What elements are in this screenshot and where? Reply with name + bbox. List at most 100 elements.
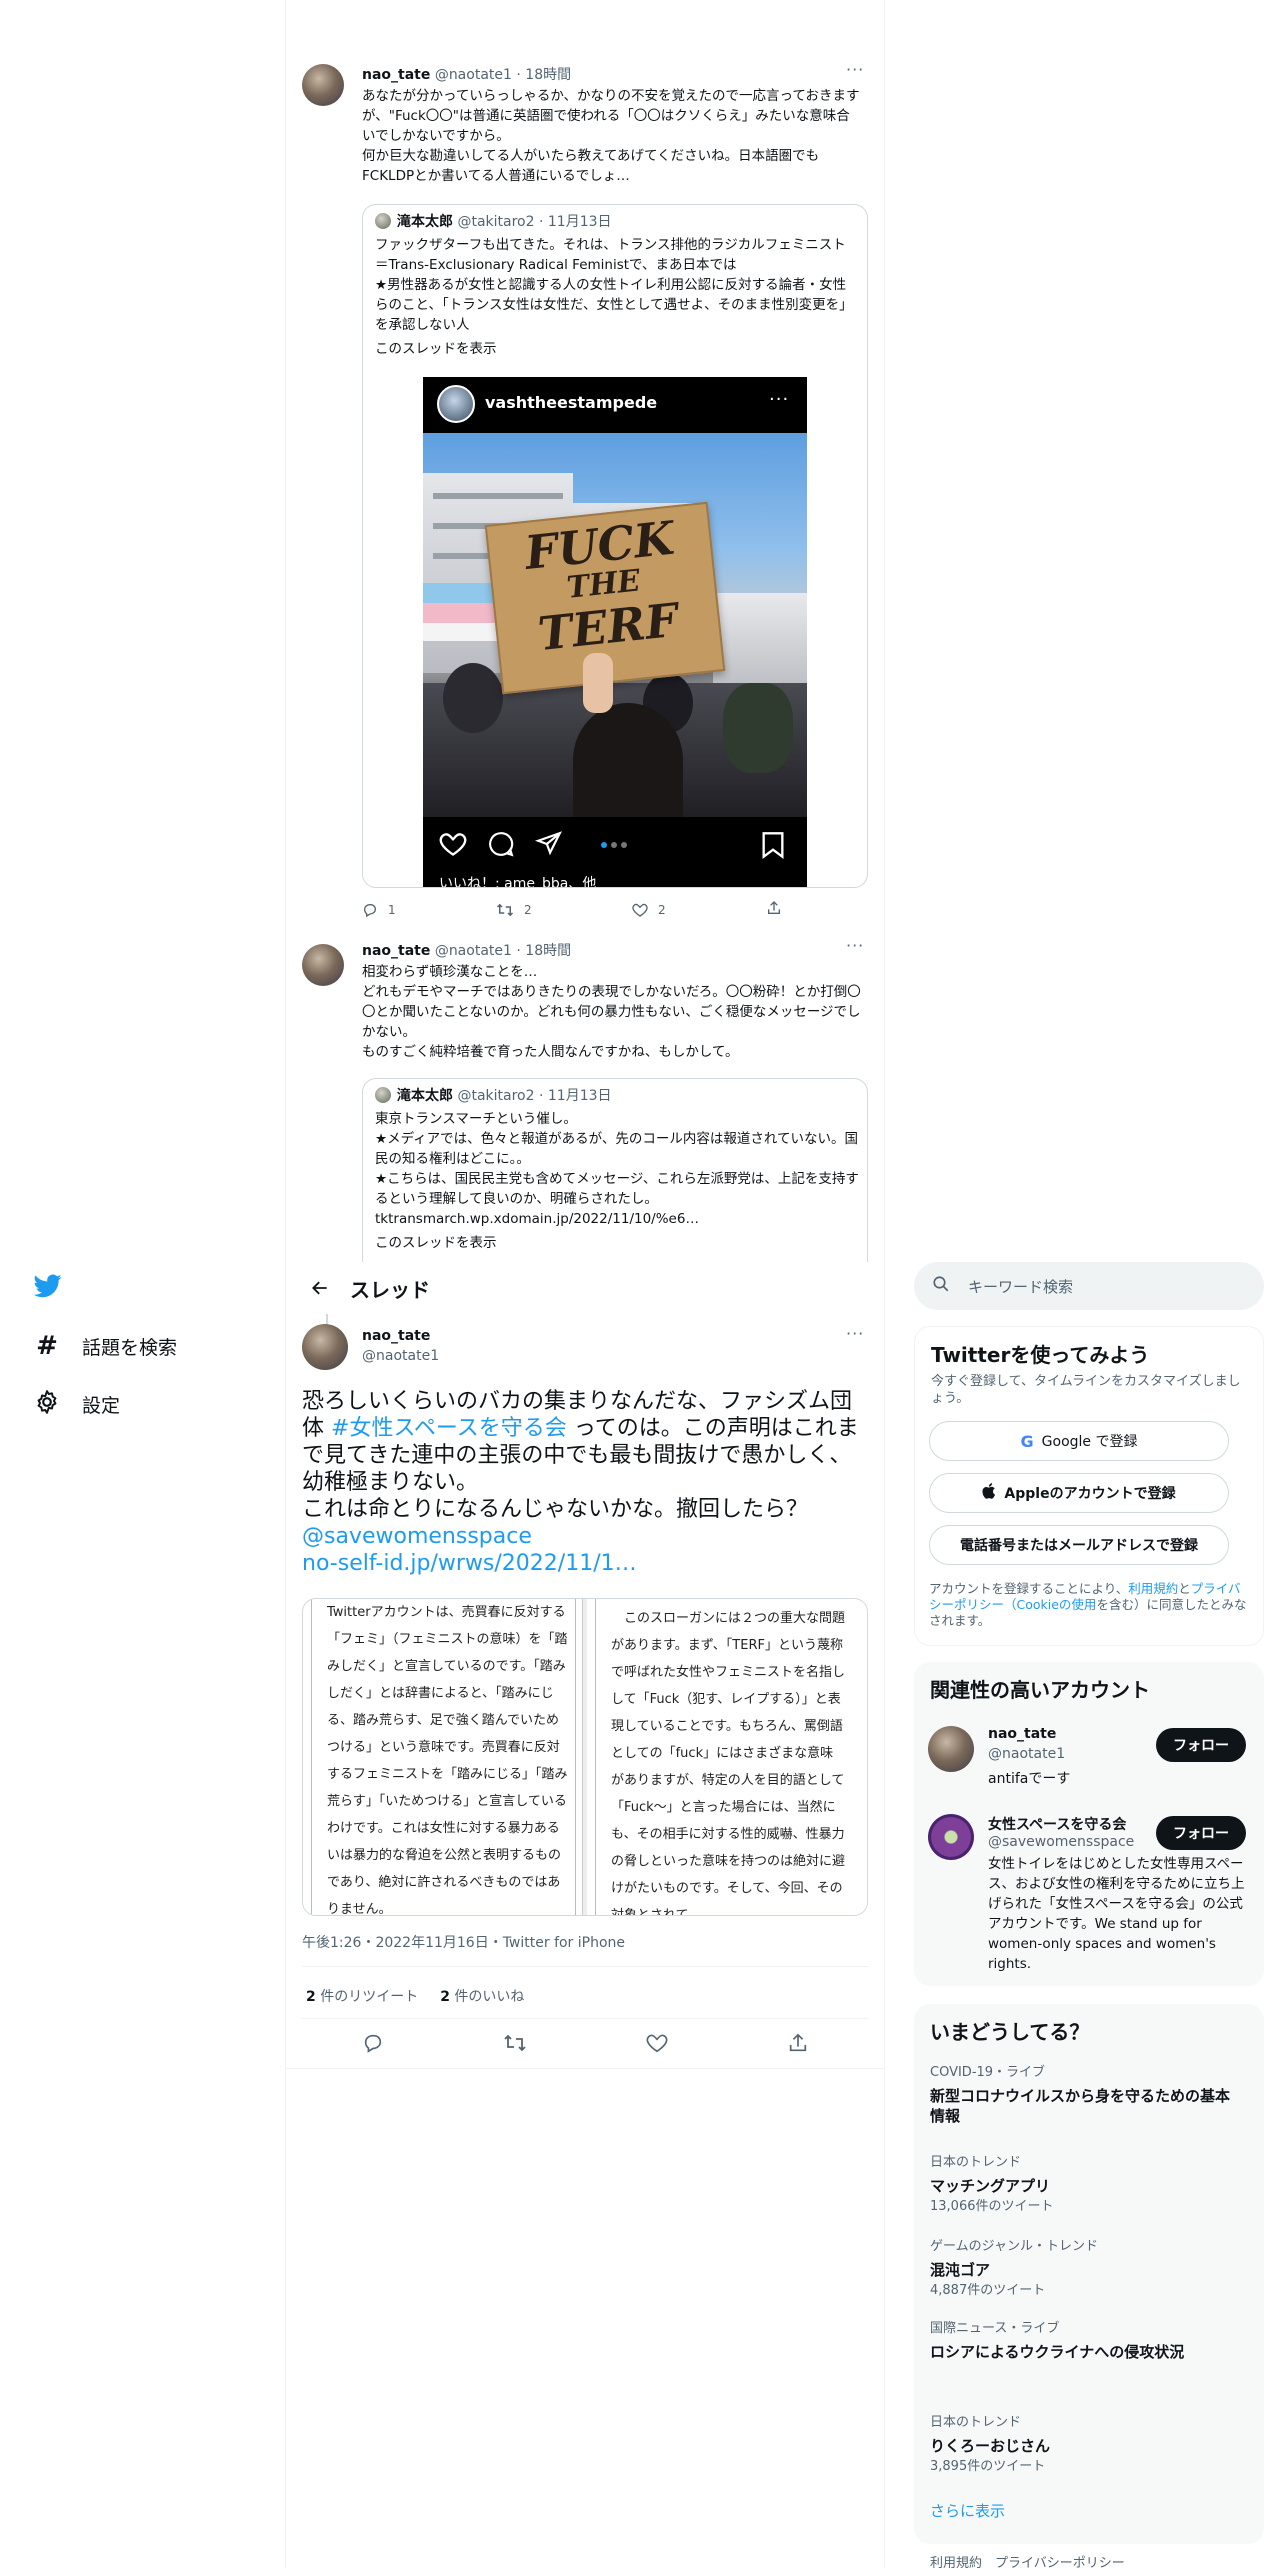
thread-header: スレッド — [286, 1262, 884, 1314]
twitter-logo-icon[interactable] — [33, 1274, 62, 1302]
terms-text: と — [1178, 1581, 1191, 1596]
footer-links[interactable]: 利用規約 プライバシーポリシー — [930, 2552, 1125, 2568]
avatar — [375, 1087, 391, 1103]
share-icon[interactable] — [787, 2032, 809, 2058]
tweet-time[interactable]: 18時間 — [525, 943, 571, 959]
retweet-stat[interactable]: 2 件のリツイート — [306, 1986, 418, 2006]
phone-email-signup-button[interactable]: 電話番号またはメールアドレスで登録 — [929, 1525, 1229, 1565]
google-signup-button[interactable]: G Google で登録 — [929, 1421, 1229, 1461]
more-icon[interactable]: ··· — [846, 1324, 864, 1343]
tweet-media[interactable]: Twitterアカウントは、売買春に反対する「フェミ」（フェミニストの意味）を「… — [302, 1598, 868, 1916]
author-handle[interactable]: @naotate1 — [362, 1348, 439, 1364]
main-column-right-border — [884, 0, 885, 2568]
retweet-button[interactable]: 2 — [496, 902, 632, 918]
account-name[interactable]: 女性スペースを守る会 — [988, 1814, 1126, 1834]
retweet-count: 2 — [524, 902, 532, 917]
trend-count: 3,895件のツイート — [930, 2459, 1046, 2474]
heart-icon[interactable] — [439, 831, 467, 861]
trends-title: いまどうしてる？ — [930, 2020, 1090, 2044]
nav-settings[interactable]: 設定 — [34, 1389, 120, 1420]
trend-item[interactable]: ゲームのジャンル・トレンド 混沌ゴア 4,887件のツイート — [930, 2238, 1240, 2300]
hashtag-link[interactable]: #女性スペースを守る会 — [331, 1416, 567, 1441]
like-button[interactable]: 2 — [632, 902, 766, 918]
quoted-author: 滝本太郎 @takitaro2 · 11月13日 — [375, 213, 612, 231]
nav-explore[interactable]: # 話題を検索 — [34, 1331, 177, 1361]
reply-icon[interactable] — [362, 2032, 384, 2058]
more-icon[interactable]: ··· — [769, 389, 789, 410]
trend-item[interactable]: 日本のトレンド マッチングアプリ 13,066件のツイート — [930, 2154, 1240, 2216]
doc-text: このスローガンには２つの重大な問題があります。まず、「TERF」という蔑称で呼ば… — [611, 1611, 846, 1916]
author-handle: @takitaro2 — [457, 1088, 535, 1104]
apple-icon — [982, 1483, 996, 1503]
account-name[interactable]: nao_tate — [988, 1726, 1056, 1742]
divider — [302, 1966, 868, 1967]
search-input[interactable]: キーワード検索 — [968, 1276, 1073, 1297]
tweet-timestamp[interactable]: 午後1:26・2022年11月16日・Twitter for iPhone — [302, 1932, 625, 1952]
retweet-icon[interactable] — [503, 2032, 527, 2058]
trend-item[interactable]: 国際ニュース・ライブ ロシアによるウクライナへの侵攻状況 — [930, 2320, 1190, 2362]
quoted-text: 東京トランスマーチという催し。 ★メディアでは、色々と報道があるが、先のコール内… — [375, 1111, 859, 1227]
avatar[interactable] — [302, 1324, 348, 1370]
account-handle[interactable]: @naotate1 — [988, 1746, 1065, 1762]
engagement-stats: 2 件のリツイート 2 件のいいね — [306, 1986, 524, 2006]
quoted-tweet[interactable]: 滝本太郎 @takitaro2 · 11月13日 東京トランスマーチという催し。… — [362, 1078, 868, 1268]
trend-title: りくろーおじさん — [930, 2437, 1051, 2455]
tweet-date: 11月13日 — [547, 214, 612, 230]
nav-explore-label: 話題を検索 — [82, 1336, 178, 1359]
author-name[interactable]: nao_tate — [362, 1328, 430, 1344]
media-image-right[interactable]: このスローガンには２つの重大な問題があります。まず、「TERF」という蔑称で呼ば… — [587, 1599, 867, 1916]
tweet-text: あなたが分かっていらっしゃるか、かなりの不安を覚えたので一応言っておきますが、"… — [362, 88, 860, 184]
tweet-time[interactable]: 18時間 — [525, 67, 571, 83]
trend-category: 国際ニュース・ライブ — [930, 2321, 1060, 2336]
url-link[interactable]: no-self-id.jp/wrws/2022/11/1… — [302, 1551, 637, 1576]
related-account[interactable]: 女性スペースを守る会 @savewomensspace 女性トイレをはじめとした… — [928, 1812, 1248, 1982]
avatar[interactable] — [928, 1814, 974, 1860]
terms-text: アカウントを登録することにより、 — [929, 1581, 1129, 1596]
follow-button[interactable]: フォロー — [1156, 1728, 1246, 1762]
carousel-dots — [601, 842, 627, 848]
account-handle[interactable]: @savewomensspace — [988, 1834, 1134, 1850]
media-image-left[interactable]: Twitterアカウントは、売買春に反対する「フェミ」（フェミニストの意味）を「… — [303, 1599, 583, 1915]
apple-signup-label: Appleのアカウントで登録 — [1004, 1486, 1176, 1502]
tweet-text-part: これは命とりになるんじゃないかな。撤回したら？ — [302, 1497, 809, 1522]
like-stat[interactable]: 2 件のいいね — [440, 1986, 524, 2006]
reply-count: 1 — [388, 902, 396, 917]
reply-button[interactable]: 1 — [362, 902, 496, 918]
ig-likes: いいね！: ame_bba、他 — [439, 876, 597, 888]
tweet-actions: 1 2 2 — [362, 900, 782, 919]
back-arrow-icon[interactable] — [300, 1278, 340, 1298]
share-icon[interactable] — [534, 831, 563, 861]
quoted-tweet[interactable]: 滝本太郎 @takitaro2 · 11月13日 ファックザターフも出てきた。そ… — [362, 204, 868, 888]
related-account[interactable]: nao_tate @naotate1 antifaでーす フォロー — [928, 1724, 1248, 1794]
comment-icon[interactable] — [487, 831, 515, 861]
trend-item[interactable]: 日本のトレンド りくろーおじさん 3,895件のツイート — [930, 2414, 1240, 2476]
heart-icon — [632, 903, 648, 917]
more-icon[interactable]: ··· — [846, 60, 864, 79]
share-button[interactable] — [766, 900, 782, 919]
apple-signup-button[interactable]: Appleのアカウントで登録 — [929, 1473, 1229, 1513]
divider — [286, 2068, 884, 2069]
thread-connector — [326, 1314, 328, 1324]
mention-link[interactable]: @savewomensspace — [302, 1524, 532, 1549]
author-name[interactable]: nao_tate — [362, 943, 430, 959]
terms-link[interactable]: 利用規約 — [1128, 1581, 1178, 1596]
author-name[interactable]: nao_tate — [362, 67, 430, 83]
follow-button[interactable]: フォロー — [1156, 1816, 1246, 1850]
retweet-label: 件のリツイート — [320, 1989, 419, 2005]
instagram-embed[interactable]: vashtheestampede ··· FUCK THE TERF いいね！:… — [423, 377, 807, 888]
show-more-link[interactable]: さらに表示 — [930, 2500, 1005, 2521]
avatar[interactable] — [302, 64, 344, 106]
search-bar[interactable]: キーワード検索 — [914, 1262, 1264, 1310]
author-handle: @naotate1 — [434, 67, 512, 83]
author-handle: @takitaro2 — [457, 214, 535, 230]
tweet-author[interactable]: nao_tate @naotate1 · 18時間 — [362, 942, 571, 960]
bookmark-icon[interactable] — [761, 831, 785, 863]
show-thread-link[interactable]: このスレッドを表示 — [375, 1233, 497, 1253]
more-icon[interactable]: ··· — [846, 936, 864, 955]
tweet-author[interactable]: nao_tate @naotate1 · 18時間 — [362, 66, 571, 84]
trend-item[interactable]: COVID-19・ライブ 新型コロナウイルスから身を守るための基本情報 — [930, 2064, 1240, 2126]
show-thread-link[interactable]: このスレッドを表示 — [375, 339, 497, 359]
heart-icon[interactable] — [646, 2032, 668, 2058]
avatar[interactable] — [928, 1726, 974, 1772]
avatar[interactable] — [302, 944, 344, 986]
